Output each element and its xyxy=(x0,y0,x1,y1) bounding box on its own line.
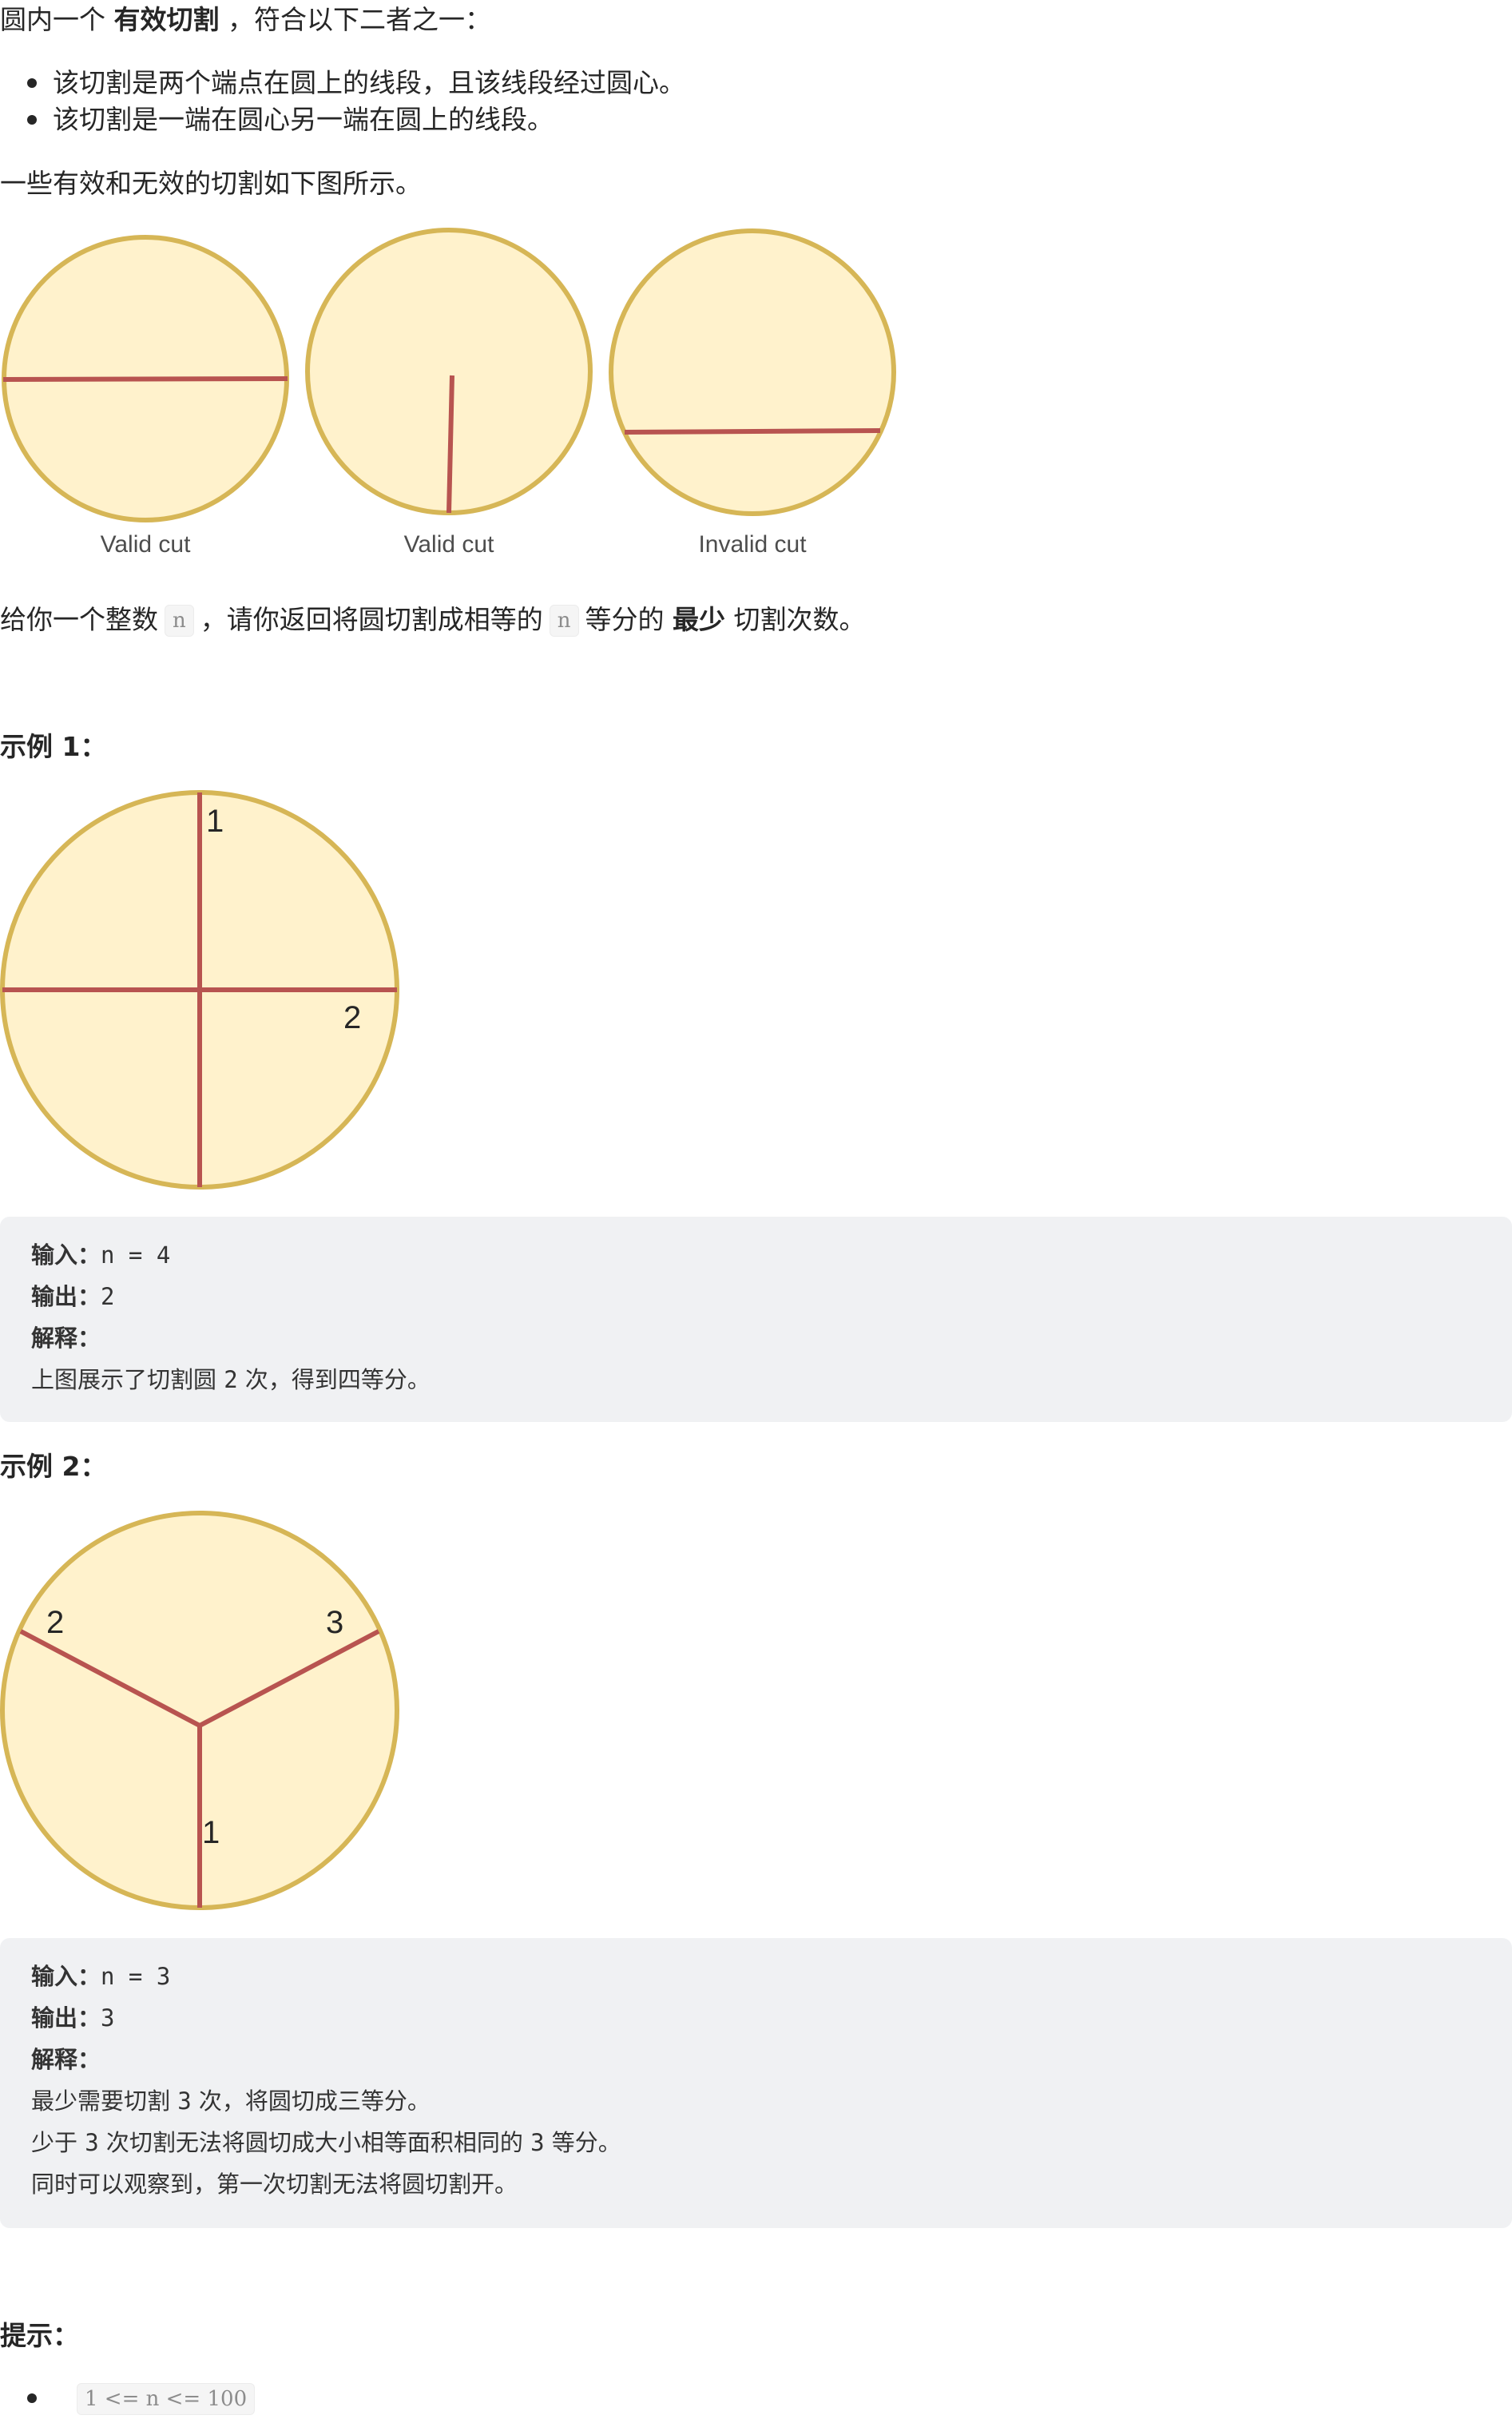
explanation-line: 上图展示了切割圆 2 次，得到四等分。 xyxy=(31,1366,431,1393)
example-1-figure: 1 2 xyxy=(0,790,399,1190)
rules-list: 该切割是两个端点在圆上的线段，且该线段经过圆心。 该切割是一端在圆心另一端在圆上… xyxy=(27,65,685,138)
circle-shape xyxy=(609,228,896,516)
variable-n: n xyxy=(549,605,579,637)
figure-label-invalid: Invalid cut xyxy=(698,531,807,558)
rule-item: 该切割是两个端点在圆上的线段，且该线段经过圆心。 xyxy=(27,65,685,101)
example-2-title: 示例 2： xyxy=(0,1451,107,1482)
output-line: 输出：3 xyxy=(31,2004,115,2032)
cut-label: 2 xyxy=(46,1605,64,1640)
example-2-code-block: 输入：n = 3 输出：3 解释： 最少需要切割 3 次，将圆切成三等分。 少于… xyxy=(0,1938,1512,2228)
output-value: 2 xyxy=(101,1283,115,1310)
invalid-cut-figure: Invalid cut xyxy=(609,228,896,558)
valid-cut-diameter-figure: Valid cut xyxy=(2,235,289,558)
figure-label-valid-2: Valid cut xyxy=(404,531,495,558)
input-line: 输入：n = 4 xyxy=(31,1241,171,1269)
cut-label: 1 xyxy=(206,804,224,839)
figure-label-valid-1: Valid cut xyxy=(101,531,192,558)
explanation-label: 解释： xyxy=(31,1325,101,1352)
hints-title: 提示： xyxy=(0,2320,79,2351)
explanation-label: 解释： xyxy=(31,2046,101,2073)
task-paragraph: 给你一个整数 n ，请你返回将圆切割成相等的 n 等分的 最少 切割次数。 xyxy=(0,604,866,637)
cut-label: 1 xyxy=(202,1815,220,1850)
intro-paragraph: 圆内一个 有效切割 ，符合以下二者之一： xyxy=(0,4,491,35)
input-line: 输入：n = 3 xyxy=(31,1963,171,1990)
cut-line xyxy=(446,375,454,514)
cut-label: 3 xyxy=(326,1605,343,1640)
valid-cut-radius-figure: Valid cut xyxy=(305,228,593,558)
figure-intro: 一些有效和无效的切割如下图所示。 xyxy=(0,168,422,199)
cut-examples-figure: Valid cut Valid cut Invalid cut xyxy=(2,228,896,558)
input-value: n = 3 xyxy=(101,1963,171,1990)
example-1-code-block: 输入：n = 4 输出：2 解释： 上图展示了切割圆 2 次，得到四等分。 xyxy=(0,1217,1512,1422)
cut-line xyxy=(624,428,881,435)
valid-cut-term: 有效切割 xyxy=(113,4,220,35)
constraints-list: 1 <= n <= 100 xyxy=(27,2380,256,2417)
minimum-term: 最少 xyxy=(673,604,725,635)
explanation-line: 少于 3 次切割无法将圆切成大小相等面积相同的 3 等分。 xyxy=(31,2129,621,2156)
bullet-icon xyxy=(27,78,37,88)
constraint-code: 1 <= n <= 100 xyxy=(77,2383,256,2415)
explanation-line: 同时可以观察到，第一次切割无法将圆切割开。 xyxy=(31,2171,518,2198)
example-1-title: 示例 1： xyxy=(0,731,107,762)
cut-label: 2 xyxy=(343,1000,361,1035)
explanation-line: 最少需要切割 3 次，将圆切成三等分。 xyxy=(31,2087,431,2115)
input-value: n = 4 xyxy=(101,1241,171,1269)
constraint-item: 1 <= n <= 100 xyxy=(27,2380,256,2417)
example-2-figure: 2 3 1 xyxy=(0,1511,399,1910)
rule-item: 该切割是一端在圆心另一端在圆上的线段。 xyxy=(27,101,685,138)
variable-n: n xyxy=(165,605,194,637)
output-value: 3 xyxy=(101,2004,115,2032)
bullet-icon xyxy=(27,115,37,125)
output-line: 输出：2 xyxy=(31,1283,115,1310)
bullet-icon xyxy=(27,2393,37,2403)
